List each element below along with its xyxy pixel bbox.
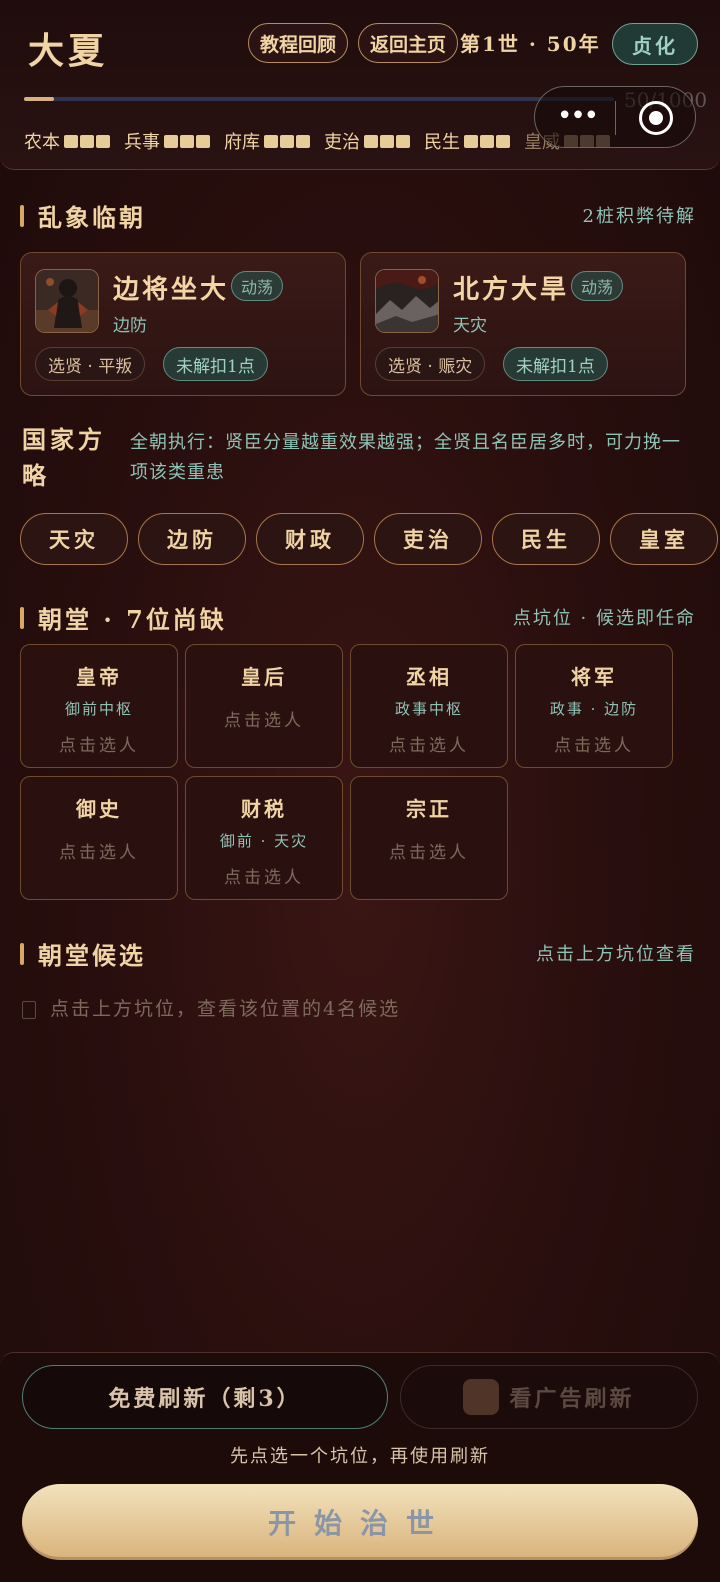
- crisis-penalty-chip: 未解扣1点: [503, 347, 608, 381]
- stat-label: 吏治: [324, 132, 360, 153]
- slot-role: 丞相: [406, 665, 452, 689]
- court-slot-emperor[interactable]: 皇帝 御前中枢 点击选人: [20, 644, 178, 768]
- slot-role: 皇后: [241, 665, 287, 689]
- slot-role: 皇帝: [76, 665, 122, 689]
- stat-label: 兵事: [124, 132, 160, 153]
- stat-level-bar: [364, 134, 410, 148]
- slot-requirement: 政事 · 边防: [549, 700, 639, 718]
- capsule-divider: [615, 101, 616, 135]
- reign-progress-fill: [24, 97, 54, 101]
- strategy-option-royal[interactable]: 皇室: [610, 513, 718, 565]
- more-menu-icon[interactable]: •••: [557, 101, 599, 131]
- dynasty-title: 大夏: [28, 30, 109, 72]
- slot-role: 御史: [76, 797, 122, 821]
- stat-label: 民生: [424, 132, 460, 153]
- slot-requirement: 御前中枢: [64, 700, 133, 718]
- reign-progress-bar: [24, 97, 614, 101]
- stat-agriculture: 农本: [24, 128, 110, 154]
- general-portrait-icon: [35, 269, 99, 333]
- slot-role: 将军: [571, 665, 617, 689]
- ad-refresh-button[interactable]: 看广告刷新: [400, 1365, 698, 1429]
- crisis-pending-count: 2桩积弊待解: [582, 206, 696, 227]
- reign-title-badge[interactable]: 贞化: [612, 23, 698, 65]
- close-miniprogram-icon[interactable]: [639, 101, 673, 135]
- strategy-option-livelihood[interactable]: 民生: [492, 513, 600, 565]
- stat-level-bar: [64, 134, 110, 148]
- stat-livelihood: 民生: [424, 128, 510, 154]
- stat-level-bar: [264, 134, 310, 148]
- return-home-button[interactable]: 返回主页: [358, 23, 458, 63]
- ad-refresh-label: 看广告刷新: [509, 1386, 635, 1412]
- strategy-option-frontier[interactable]: 边防: [138, 513, 246, 565]
- slot-pick-hint: 点击选人: [59, 736, 139, 756]
- stat-level-bar: [464, 134, 510, 148]
- court-slot-empress[interactable]: 皇后 点击选人: [185, 644, 343, 768]
- slot-role: 宗正: [406, 797, 452, 821]
- top-header: 大夏 教程回顾 返回主页 第1世 · 50年 贞化 50/1000 农本 兵事 …: [0, 0, 720, 170]
- stat-label: 府库: [224, 132, 260, 153]
- court-section-note: 点坑位 · 候选即任命: [512, 608, 696, 629]
- crisis-severity-tag: 动荡: [231, 271, 284, 301]
- miniprogram-capsule: •••: [534, 86, 696, 148]
- crisis-solution-chip: 选贤 · 赈灾: [375, 347, 486, 381]
- kingdom-stats: 农本 兵事 府库 吏治 民生 皇威: [24, 128, 610, 154]
- crisis-severity-tag: 动荡: [571, 271, 624, 301]
- slot-pick-hint: 点击选人: [224, 711, 304, 731]
- crisis-category: 边防: [113, 316, 147, 336]
- candidates-section-title: 朝堂候选: [20, 936, 146, 971]
- court-section-title: 朝堂 · 7位尚缺: [20, 600, 227, 635]
- national-strategy-description: 全朝执行：贤臣分量越重效果越强；全贤且名臣居多时，可力挽一项该类重患: [130, 432, 681, 483]
- crisis-penalty-chip: 未解扣1点: [163, 347, 268, 381]
- stat-label: 农本: [24, 132, 60, 153]
- crisis-section-title: 乱象临朝: [20, 198, 146, 233]
- crisis-card[interactable]: 边将坐大 动荡 边防 选贤 · 平叛 未解扣1点: [20, 252, 346, 396]
- crisis-card[interactable]: 北方大旱 动荡 天灾 选贤 · 赈灾 未解扣1点: [360, 252, 686, 396]
- strategy-option-governance[interactable]: 吏治: [374, 513, 482, 565]
- candidates-hint-text: 点击上方坑位，查看该位置的4名候选: [50, 998, 401, 1020]
- national-strategy-label: 国家方略: [22, 425, 106, 490]
- slot-pick-hint: 点击选人: [224, 868, 304, 888]
- drought-landscape-icon: [375, 269, 439, 333]
- court-slot-chancellor[interactable]: 丞相 政事中枢 点击选人: [350, 644, 508, 768]
- ad-video-icon: [463, 1379, 500, 1415]
- slot-requirement: 御前 · 天灾: [219, 832, 309, 850]
- court-slot-finance[interactable]: 财税 御前 · 天灾 点击选人: [185, 776, 343, 900]
- free-refresh-button[interactable]: 免费刷新（剩3）: [22, 1365, 388, 1429]
- candidates-section-note: 点击上方坑位查看: [536, 944, 696, 965]
- era-indicator: 第1世 · 50年: [460, 32, 601, 56]
- crisis-name: 边将坐大: [113, 275, 230, 305]
- stat-level-bar: [164, 134, 210, 148]
- crisis-solution-chip: 选贤 · 平叛: [35, 347, 146, 381]
- slot-pick-hint: 点击选人: [389, 843, 469, 863]
- slot-pick-hint: 点击选人: [389, 736, 469, 756]
- court-slot-censor[interactable]: 御史 点击选人: [20, 776, 178, 900]
- slot-requirement: 政事中枢: [394, 700, 463, 718]
- crisis-category: 天灾: [453, 316, 487, 336]
- stat-treasury: 府库: [224, 128, 310, 154]
- slot-pick-hint: 点击选人: [554, 736, 634, 756]
- candidates-empty-hint: 点击上方坑位，查看该位置的4名候选: [22, 994, 400, 1021]
- start-reign-button[interactable]: 开始治世: [22, 1484, 698, 1560]
- crisis-name: 北方大旱: [453, 275, 570, 305]
- stat-governance: 吏治: [324, 128, 410, 154]
- court-slot-clan-director[interactable]: 宗正 点击选人: [350, 776, 508, 900]
- slot-role: 财税: [241, 797, 287, 821]
- strategy-option-finance[interactable]: 财政: [256, 513, 364, 565]
- stat-military: 兵事: [124, 128, 210, 154]
- tutorial-review-button[interactable]: 教程回顾: [248, 23, 348, 63]
- court-slot-general[interactable]: 将军 政事 · 边防 点击选人: [515, 644, 673, 768]
- pointer-icon: [22, 1001, 36, 1019]
- refresh-hint: 先点选一个坑位，再使用刷新: [230, 1446, 490, 1467]
- slot-pick-hint: 点击选人: [59, 843, 139, 863]
- strategy-option-disaster[interactable]: 天灾: [20, 513, 128, 565]
